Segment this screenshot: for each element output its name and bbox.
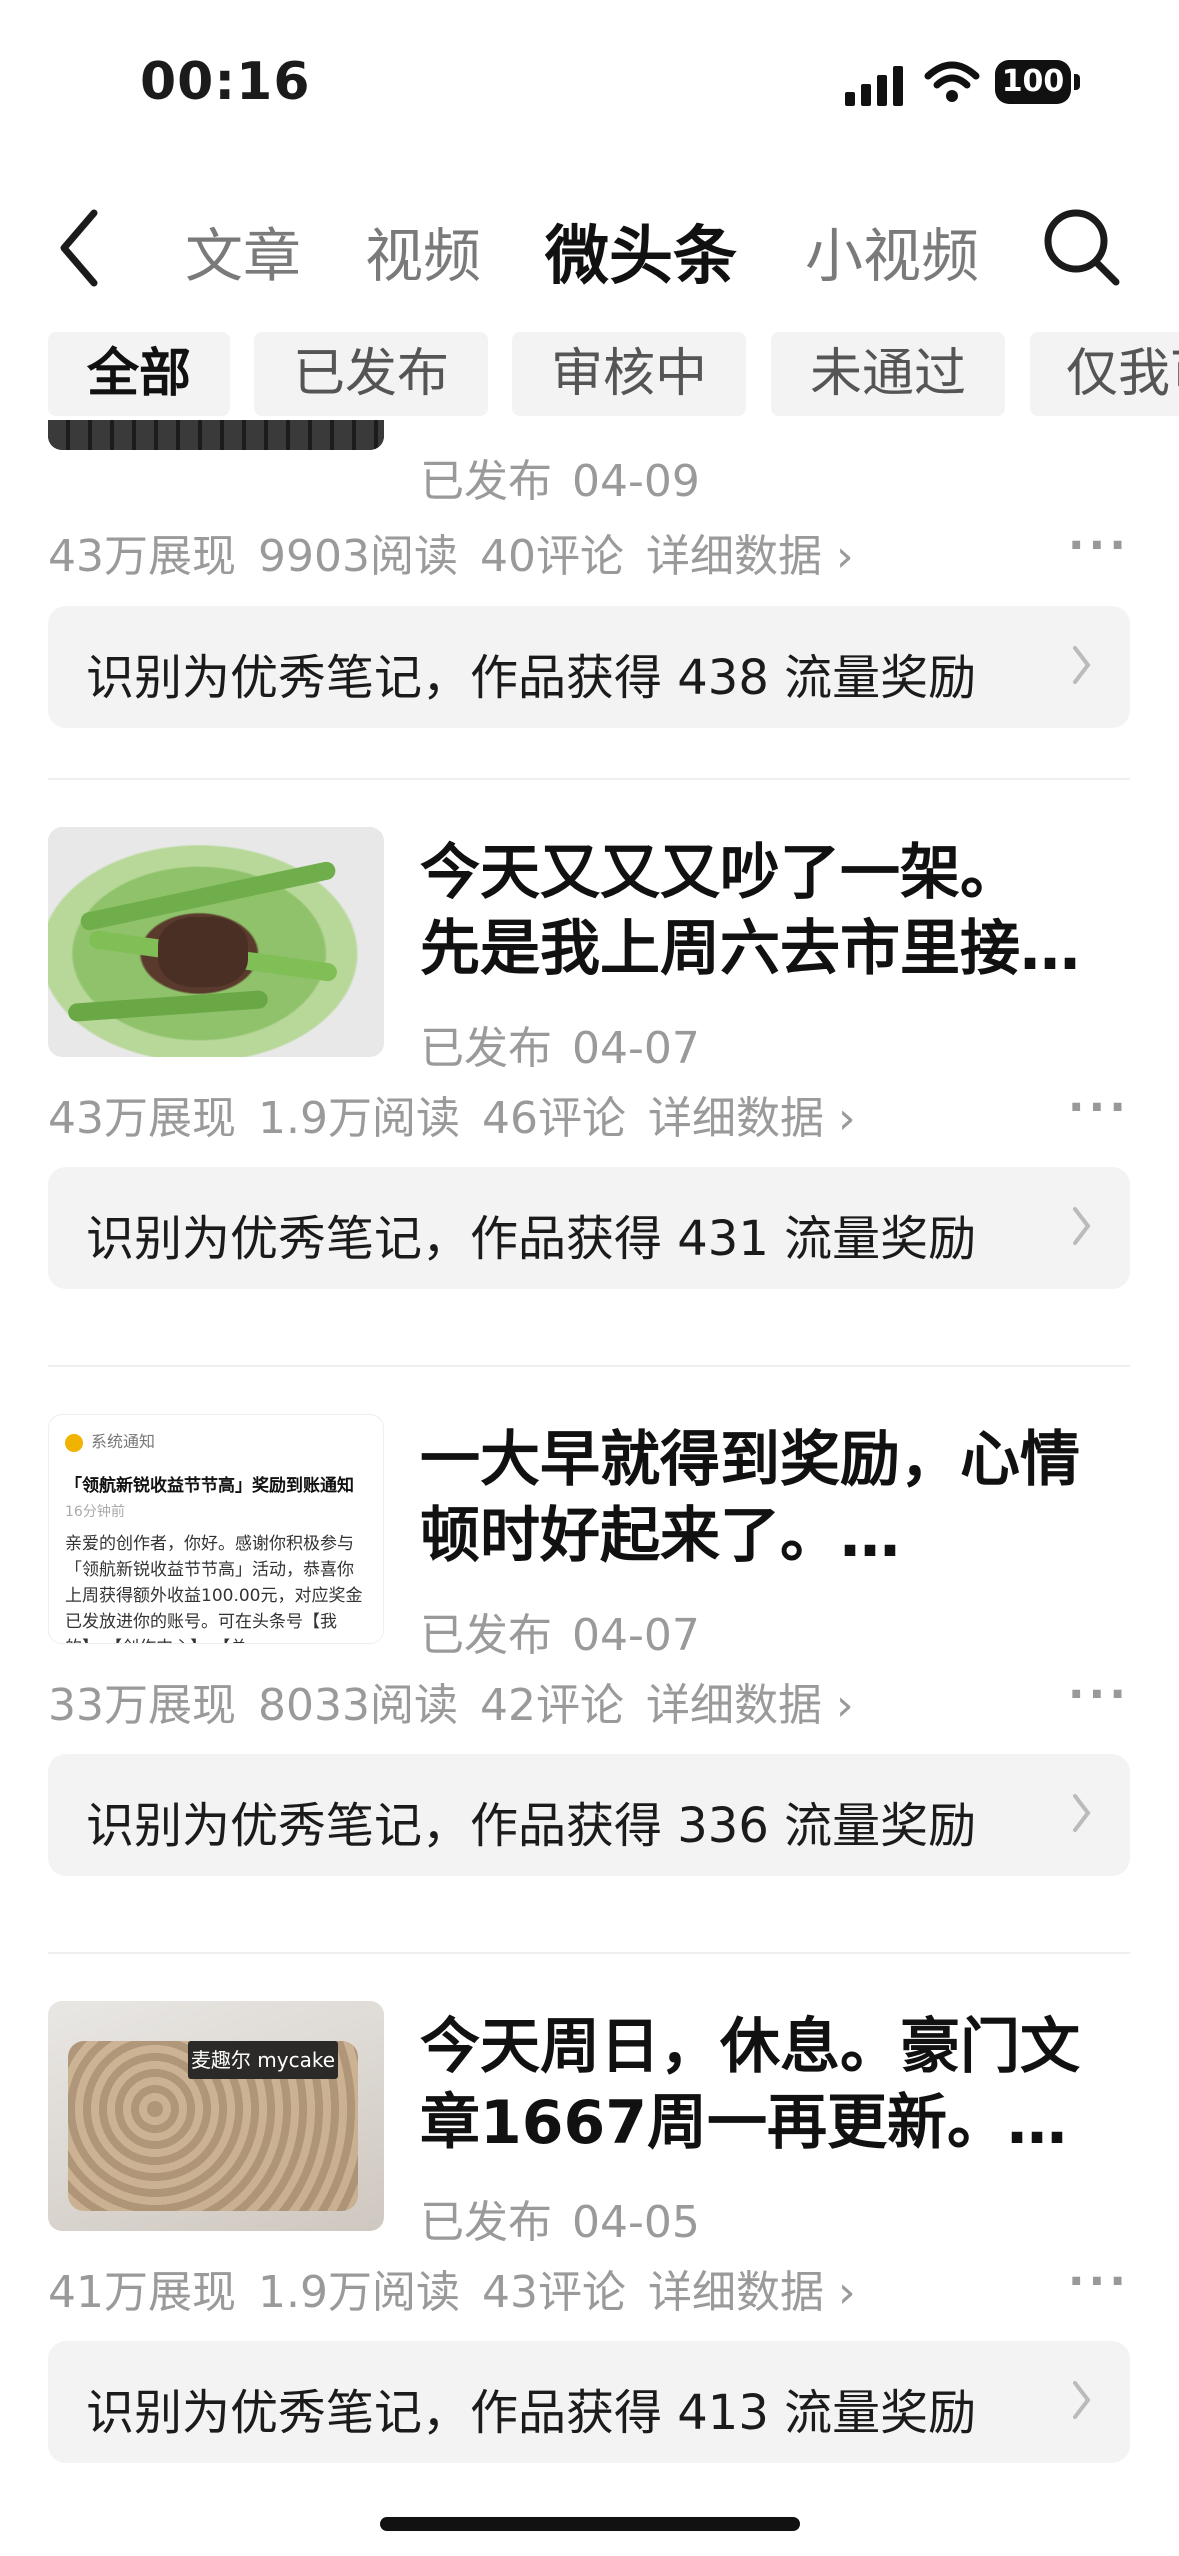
tab-micro-posts[interactable]: 微头条 <box>545 205 737 297</box>
reward-banner[interactable]: 识别为优秀笔记，作品获得 336 流量奖励 <box>48 1754 1130 1876</box>
back-arrow-icon[interactable] <box>52 203 112 293</box>
post-thumbnail: 麦趣尔 mycake <box>48 2001 384 2231</box>
reward-banner[interactable]: 识别为优秀笔记，作品获得 413 流量奖励 <box>48 2341 1130 2463</box>
detail-data-link[interactable]: 详细数据 › <box>648 2267 856 2318</box>
more-icon[interactable]: ··· <box>1068 1082 1130 1133</box>
reward-banner[interactable]: 识别为优秀笔记，作品获得 438 流量奖励 <box>48 606 1130 728</box>
post-stats: 41万展现 1.9万阅读 43评论 详细数据 › ··· <box>48 2256 1130 2318</box>
post-date: 已发布 04-07 <box>420 1610 700 1661</box>
post-title[interactable]: 今天周日，休息。豪门文 章1667周一再更新。… <box>420 2009 1120 2161</box>
status-bar: 00:16 100 <box>0 0 1179 170</box>
more-icon[interactable]: ··· <box>1068 2256 1130 2307</box>
list-item[interactable]: 今天又又又吵了一架。 先是我上周六去市里接… 已发布 04-07 43万展现 1.9万… <box>48 827 1130 1387</box>
signal-icon <box>845 66 903 106</box>
divider <box>48 1365 1130 1367</box>
more-icon[interactable]: ··· <box>1068 520 1130 571</box>
tab-videos[interactable]: 视频 <box>365 209 481 293</box>
list-item[interactable]: 麦趣尔 mycake 今天周日，休息。豪门文 章1667周一再更新。… 已发布 04… <box>48 2001 1130 2520</box>
divider <box>48 1952 1130 1954</box>
post-thumbnail <box>48 420 384 450</box>
status-time: 00:16 <box>140 52 311 112</box>
wifi-icon <box>924 61 980 102</box>
search-icon[interactable] <box>1040 201 1124 291</box>
reward-banner[interactable]: 识别为优秀笔记，作品获得 431 流量奖励 <box>48 1167 1130 1289</box>
detail-data-link[interactable]: 详细数据 › <box>648 1093 856 1144</box>
chevron-right-icon <box>1073 1794 1091 1832</box>
chip-all[interactable]: 全部 <box>48 332 230 416</box>
chevron-right-icon <box>1073 646 1091 684</box>
divider <box>48 778 1130 780</box>
post-thumbnail <box>48 827 384 1057</box>
battery-level: 100 <box>995 60 1071 104</box>
post-date: 已发布 04-09 <box>420 456 700 507</box>
chip-published[interactable]: 已发布 <box>254 332 488 416</box>
list-item[interactable]: 已发布 04-09 43万展现 9903阅读 40评论 详细数据 › ··· 识别为优秀… <box>48 420 1130 780</box>
detail-data-link[interactable]: 详细数据 › <box>646 531 854 582</box>
detail-data-link[interactable]: 详细数据 › <box>646 1680 854 1731</box>
post-date: 已发布 04-07 <box>420 1023 700 1074</box>
list-item[interactable]: 系统通知 「领航新锐收益节节高」奖励到账通知 16分钟前 亲爱的创作者，你好。感… <box>48 1414 1130 1974</box>
post-stats: 43万展现 9903阅读 40评论 详细数据 › ··· <box>48 520 1130 582</box>
chip-private[interactable]: 仅我可见 <box>1030 332 1179 416</box>
battery-icon: 100 <box>995 60 1080 104</box>
top-nav: 文章 视频 微头条 小视频 <box>0 175 1179 315</box>
post-list: 已发布 04-09 43万展现 9903阅读 40评论 详细数据 › ··· 识别为优秀… <box>0 420 1179 2520</box>
post-stats: 33万展现 8033阅读 42评论 详细数据 › ··· <box>48 1669 1130 1731</box>
post-stats: 43万展现 1.9万阅读 46评论 详细数据 › ··· <box>48 1082 1130 1144</box>
post-date: 已发布 04-05 <box>420 2197 700 2248</box>
filter-chips: 全部 已发布 审核中 未通过 仅我可见 <box>0 332 1179 418</box>
post-title[interactable]: 今天又又又吵了一架。 先是我上周六去市里接… <box>420 835 1120 987</box>
post-thumbnail: 系统通知 「领航新锐收益节节高」奖励到账通知 16分钟前 亲爱的创作者，你好。感… <box>48 1414 384 1644</box>
chip-rejected[interactable]: 未通过 <box>771 332 1005 416</box>
post-title[interactable]: 一大早就得到奖励，心情 顿时好起来了。… <box>420 1422 1120 1574</box>
tab-short-videos[interactable]: 小视频 <box>805 209 979 293</box>
home-indicator[interactable] <box>380 2517 800 2531</box>
chip-reviewing[interactable]: 审核中 <box>512 332 746 416</box>
more-icon[interactable]: ··· <box>1068 1669 1130 1720</box>
chevron-right-icon <box>1073 1207 1091 1245</box>
chevron-right-icon <box>1073 2381 1091 2419</box>
tab-articles[interactable]: 文章 <box>185 209 301 293</box>
